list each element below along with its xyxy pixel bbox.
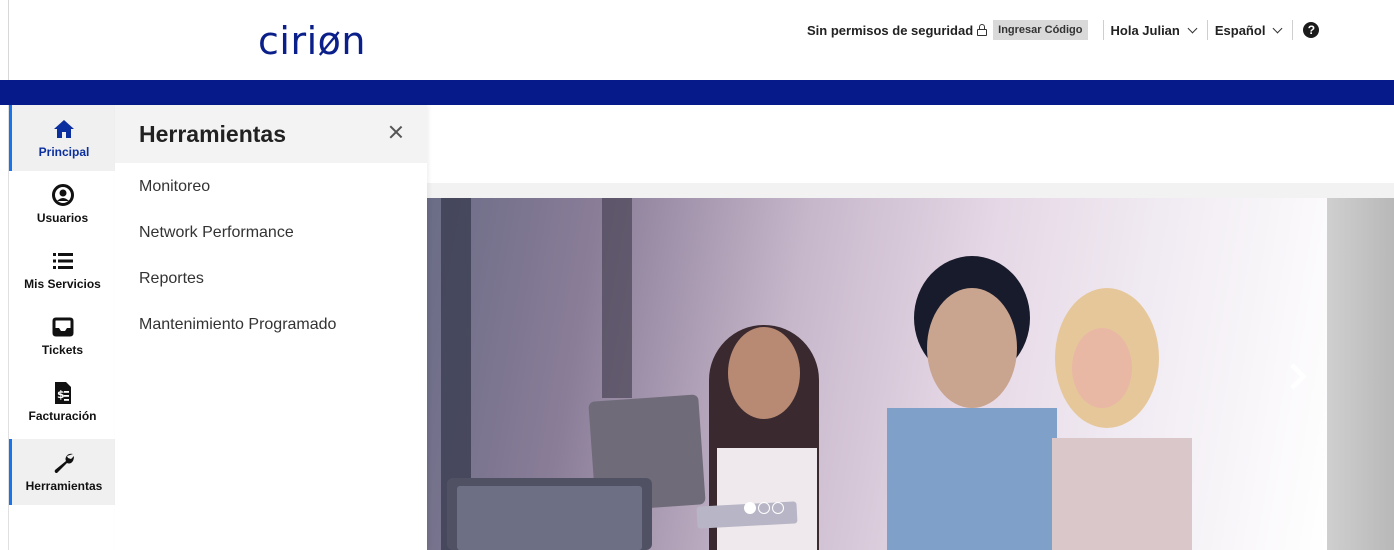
carousel-dot[interactable] <box>744 502 756 514</box>
language-menu-label: Español <box>1214 22 1266 38</box>
hero-banner-image <box>427 198 1327 550</box>
sidebar-item-label: Tickets <box>41 343 84 357</box>
header: ciriøn Sin permisos de seguridad Ingresa… <box>0 0 1394 80</box>
user-circle-icon <box>51 183 75 207</box>
hero-side-edge <box>1327 198 1394 550</box>
sidebar-item-label: Usuarios <box>36 211 89 225</box>
panel-item-reportes[interactable]: Reportes <box>139 270 204 288</box>
divider <box>1206 20 1208 40</box>
lock-icon <box>977 24 988 36</box>
chevron-down-icon <box>1272 23 1283 33</box>
user-menu-label: Hola Julian <box>1110 22 1180 38</box>
top-right-menu: Sin permisos de seguridad Ingresar Códig… <box>807 19 1320 41</box>
panel-header: Herramientas <box>115 105 427 163</box>
sidebar-item-mis-servicios[interactable]: Mis Servicios <box>9 237 116 303</box>
panel-title: Herramientas <box>139 120 287 147</box>
carousel-dot[interactable] <box>758 502 770 514</box>
brand-bar <box>0 80 1394 105</box>
language-menu[interactable]: Español <box>1215 23 1286 38</box>
sidebar-item-label: Principal <box>38 145 90 159</box>
panel-item-mantenimiento-programado[interactable]: Mantenimiento Programado <box>139 316 336 334</box>
svg-text:$: $ <box>57 388 65 401</box>
cirion-logo[interactable]: ciriøn <box>258 18 366 64</box>
help-icon[interactable]: ? <box>1303 22 1320 38</box>
divider <box>1292 20 1294 40</box>
divider <box>1102 20 1104 40</box>
logo-text: ciriøn <box>258 19 366 63</box>
security-status-text: Sin permisos de seguridad <box>807 22 974 38</box>
main-header-area <box>427 105 1394 183</box>
sidebar-item-tickets[interactable]: Tickets <box>9 303 116 369</box>
close-icon[interactable] <box>387 123 405 141</box>
chevron-down-icon <box>1187 23 1198 33</box>
sidebar-item-facturacion[interactable]: $ Facturación <box>9 369 116 435</box>
carousel-dot[interactable] <box>772 502 784 514</box>
home-icon <box>52 117 76 141</box>
sidebar: Principal Usuarios Mis Servicios Tickets… <box>8 105 116 550</box>
left-border <box>8 0 9 80</box>
wrench-icon <box>52 451 76 475</box>
sidebar-item-label: Facturación <box>28 409 97 423</box>
carousel-next-arrow-icon[interactable] <box>1284 362 1304 390</box>
hero-illustration <box>441 198 1192 550</box>
carousel-dots <box>744 502 784 514</box>
tools-flyout-panel: Herramientas Monitoreo Network Performan… <box>115 105 427 550</box>
invoice-icon: $ <box>51 381 75 405</box>
sidebar-item-label: Herramientas <box>25 479 103 493</box>
user-menu[interactable]: Hola Julian <box>1111 23 1200 38</box>
sidebar-item-label: Mis Servicios <box>24 277 101 291</box>
sidebar-item-herramientas[interactable]: Herramientas <box>9 439 116 505</box>
inbox-icon <box>51 315 75 339</box>
sidebar-item-principal[interactable]: Principal <box>9 105 116 171</box>
enter-code-button[interactable]: Ingresar Código <box>993 20 1088 40</box>
list-icon <box>51 249 75 273</box>
panel-item-network-performance[interactable]: Network Performance <box>139 224 294 242</box>
panel-item-monitoreo[interactable]: Monitoreo <box>139 178 210 196</box>
sidebar-item-usuarios[interactable]: Usuarios <box>9 171 116 237</box>
